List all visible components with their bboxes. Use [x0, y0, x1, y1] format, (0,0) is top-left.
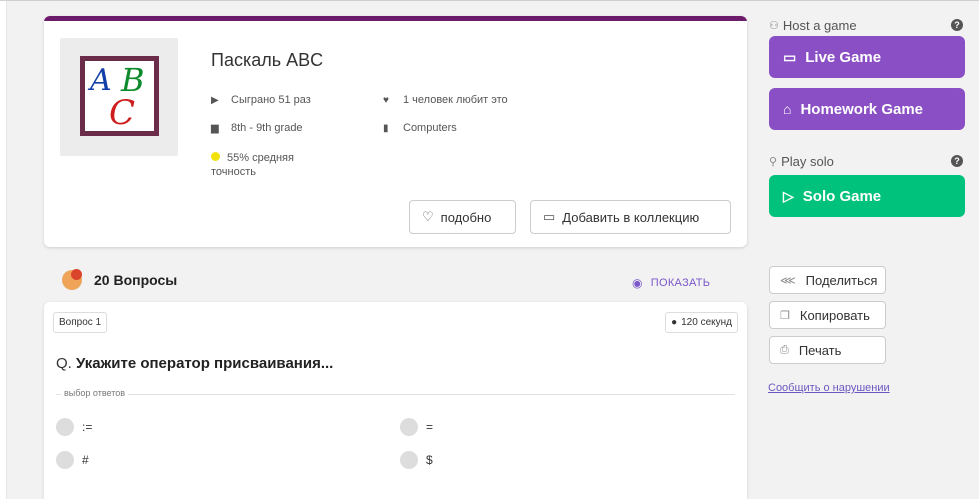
add-to-collection-button[interactable]: ▭ Добавить в коллекцию — [530, 200, 731, 234]
question-number-badge: Вопрос 1 — [53, 312, 108, 333]
play-solo-label: ⚲ Play solo — [769, 154, 834, 169]
live-game-label: Live Game — [805, 48, 882, 66]
quiz-thumbnail: A B C — [60, 38, 178, 156]
played-count: ▶ Сыграно 51 раз — [211, 94, 311, 106]
help-icon[interactable]: ? — [951, 19, 963, 31]
questions-header: 20 Вопросы — [62, 269, 178, 290]
host-game-text: Host a game — [782, 18, 857, 33]
option-text: = — [426, 420, 434, 434]
print-label: Печать — [798, 342, 842, 358]
play-outline-icon: ▷ — [783, 187, 794, 204]
copy-icon: ❐ — [780, 309, 790, 322]
heart-outline-icon: ♡ — [422, 209, 434, 224]
accuracy-info: 55% средняя точность — [211, 151, 321, 179]
option-circle-icon — [400, 451, 418, 469]
print-button[interactable]: ⎙ Печать — [769, 336, 886, 364]
option-circle-icon — [56, 418, 74, 436]
people-icon: ⚇ — [769, 20, 779, 32]
eye-icon: ◉ — [632, 276, 643, 290]
copy-button[interactable]: ❐ Копировать — [769, 301, 886, 329]
subject-text: Computers — [403, 122, 457, 134]
live-game-button[interactable]: ▭ Live Game — [769, 36, 965, 78]
left-strip — [0, 1, 7, 499]
play-icon: ▶ — [211, 94, 219, 106]
print-icon: ⎙ — [780, 343, 789, 356]
likes-count: ♥ 1 человек любит это — [383, 94, 508, 106]
abc-logo: A B C — [80, 56, 159, 136]
book-icon: ▆ — [211, 122, 219, 134]
homework-game-label: Homework Game — [800, 100, 924, 118]
questions-icon — [62, 269, 82, 290]
option-text: $ — [426, 453, 433, 467]
option-circle-icon — [56, 451, 74, 469]
host-game-label: ⚇ Host a game — [769, 18, 857, 33]
home-icon: ⌂ — [783, 101, 792, 117]
played-text: Сыграно 51 раз — [231, 94, 311, 106]
grade-text: 8th - 9th grade — [231, 122, 303, 134]
subject-info: ▮ Computers — [383, 122, 457, 134]
answer-option: = — [400, 418, 433, 436]
report-link[interactable]: Сообщить о нарушении — [768, 382, 890, 394]
heart-icon: ♥ — [383, 94, 389, 106]
likes-text: 1 человек любит это — [403, 94, 508, 106]
answer-option: $ — [400, 451, 433, 469]
like-button[interactable]: ♡ подобно — [409, 200, 516, 234]
answers-divider — [56, 394, 735, 395]
bookmark-icon: ▮ — [383, 122, 389, 134]
question-time-badge: ● 120 секунд — [665, 312, 738, 333]
question-text: Q. Укажите оператор присваивания... — [56, 355, 333, 372]
play-solo-text: Play solo — [781, 154, 834, 169]
question-body: Укажите оператор присваивания... — [76, 355, 334, 372]
accuracy-text: 55% средняя точность — [211, 152, 294, 178]
answer-option: := — [56, 418, 92, 436]
card-accent-bar — [44, 16, 747, 21]
share-label: Поделиться — [805, 272, 878, 288]
question-time-text: 120 секунд — [681, 317, 732, 328]
like-button-label: подобно — [440, 209, 492, 225]
presentation-icon: ▭ — [783, 48, 797, 65]
quiz-title: Паскаль ABC — [211, 50, 324, 70]
questions-count: 20 Вопросы — [94, 272, 178, 288]
option-text: := — [82, 420, 93, 434]
user-icon: ⚲ — [769, 156, 778, 168]
answer-option: # — [56, 451, 89, 469]
copy-label: Копировать — [799, 307, 870, 323]
quiz-card: A B C Паскаль ABC ▶ Сыграно 51 раз ♥ 1 ч… — [44, 16, 747, 247]
question-card: Вопрос 1 ● 120 секунд Q. Укажите операто… — [44, 302, 747, 499]
question-prefix: Q. — [56, 355, 72, 372]
accuracy-dot-icon — [211, 152, 220, 161]
logo-letter-c: C — [109, 93, 136, 133]
show-answers-label: ПОКАЗАТЬ — [650, 277, 711, 289]
top-border — [0, 0, 979, 1]
show-answers-link[interactable]: ◉ ПОКАЗАТЬ — [632, 276, 710, 290]
grade-info: ▆ 8th - 9th grade — [211, 122, 303, 134]
solo-game-label: Solo Game — [802, 187, 882, 205]
answers-label: выбор ответов — [61, 388, 129, 398]
add-collection-label: Добавить в коллекцию — [562, 209, 700, 225]
solo-game-button[interactable]: ▷ Solo Game — [769, 175, 965, 217]
homework-game-button[interactable]: ⌂ Homework Game — [769, 88, 965, 130]
share-button[interactable]: ⋘ Поделиться — [769, 266, 886, 294]
help-icon[interactable]: ? — [951, 155, 963, 167]
folder-icon: ▭ — [543, 209, 556, 224]
option-circle-icon — [400, 418, 418, 436]
share-icon: ⋘ — [780, 274, 796, 287]
option-text: # — [82, 453, 89, 467]
clock-icon: ● — [671, 317, 678, 328]
